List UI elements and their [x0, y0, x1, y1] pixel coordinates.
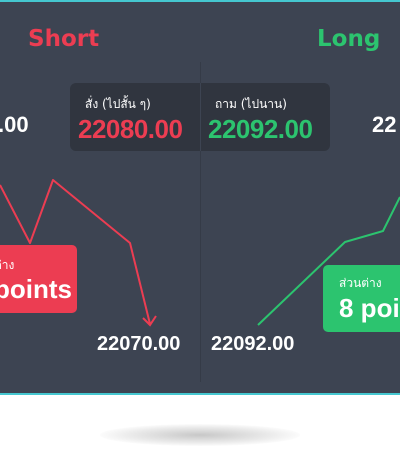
- buy-label: ถาม (ไปนาน): [215, 97, 287, 111]
- short-diff-card: ต่าง points: [0, 245, 77, 313]
- price-lines: [0, 179, 400, 327]
- short-diff-value: points: [0, 274, 72, 304]
- long-end-price: 22092.00: [211, 333, 295, 355]
- sell-label: สั่ง (ไปสั้น ๆ): [85, 97, 151, 111]
- panel-shadow: [100, 424, 300, 446]
- buy-price[interactable]: 22092.00: [208, 114, 313, 145]
- sell-price[interactable]: 22080.00: [78, 114, 183, 145]
- short-end-price: 22070.00: [97, 333, 181, 355]
- quote-separator: [200, 83, 201, 151]
- long-diff-label: ส่วนต่าง: [339, 276, 382, 290]
- trading-panel: Short Long .00 22 สั่ง (ไปสั้น ๆ) 22080.…: [0, 0, 400, 395]
- long-diff-card: ส่วนต่าง 8 poi: [323, 265, 400, 332]
- short-diff-label: ต่าง: [0, 258, 15, 272]
- long-diff-value: 8 poi: [339, 293, 400, 323]
- quote-box: สั่ง (ไปสั้น ๆ) 22080.00 ถาม (ไปนาน) 220…: [70, 83, 330, 151]
